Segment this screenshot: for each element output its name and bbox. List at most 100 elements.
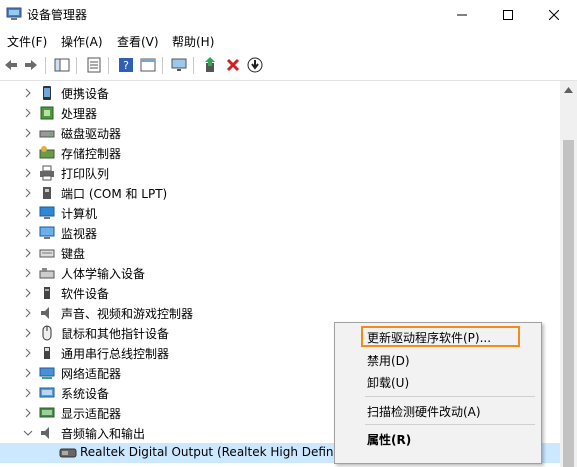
menu-action[interactable]: 操作(A) bbox=[61, 33, 103, 50]
menu-view[interactable]: 查看(V) bbox=[117, 33, 159, 50]
chevron-right-icon[interactable] bbox=[23, 408, 33, 418]
audio-icon bbox=[41, 427, 49, 439]
tree-item-portable-devices[interactable]: 便携设备 bbox=[0, 83, 560, 103]
chevron-right-icon[interactable] bbox=[23, 328, 33, 338]
minimize-icon bbox=[457, 14, 467, 16]
chevron-right-icon[interactable] bbox=[23, 128, 33, 138]
toolbar-separator bbox=[76, 57, 77, 74]
tree-item-label: 声音、视频和游戏控制器 bbox=[61, 307, 194, 321]
menu-item-uninstall[interactable]: 卸载(U) bbox=[367, 374, 409, 391]
title-bar: 设备管理器 bbox=[0, 0, 577, 30]
chevron-right-icon[interactable] bbox=[23, 248, 33, 258]
tree-item-processors[interactable]: 处理器 bbox=[0, 103, 560, 123]
tree-item-keyboards[interactable]: 键盘 bbox=[0, 243, 560, 263]
keyboard-icon bbox=[39, 249, 55, 258]
portable-device-icon bbox=[43, 86, 51, 100]
chevron-right-icon[interactable] bbox=[23, 108, 33, 118]
back-button[interactable] bbox=[2, 56, 20, 74]
tree-item-ports[interactable]: 端口 (COM 和 LPT) bbox=[0, 183, 560, 203]
close-icon bbox=[549, 10, 559, 20]
menu-item-properties[interactable]: 属性(R) bbox=[367, 431, 411, 448]
printer-icon bbox=[40, 165, 54, 181]
tree-item-label: 显示适配器 bbox=[61, 407, 122, 421]
maximize-icon bbox=[503, 10, 513, 20]
tree-item-computer[interactable]: 计算机 bbox=[0, 203, 560, 223]
forward-button[interactable] bbox=[22, 56, 40, 74]
display-adapter-icon bbox=[39, 407, 55, 418]
chevron-right-icon[interactable] bbox=[23, 388, 33, 398]
monitor-icon bbox=[39, 226, 55, 239]
back-icon bbox=[5, 60, 17, 70]
processor-icon bbox=[40, 106, 54, 120]
maximize-button[interactable] bbox=[485, 0, 531, 30]
properties-button[interactable] bbox=[85, 56, 103, 74]
view-button[interactable] bbox=[139, 56, 157, 74]
mouse-icon bbox=[42, 325, 52, 341]
tree-item-print-queues[interactable]: 打印队列 bbox=[0, 163, 560, 183]
tree-item-label: 音频输入和输出 bbox=[61, 427, 146, 441]
chevron-right-icon[interactable] bbox=[23, 148, 33, 158]
download-icon bbox=[247, 57, 263, 73]
computer-icon bbox=[39, 206, 55, 219]
chevron-right-icon[interactable] bbox=[23, 308, 33, 318]
close-button[interactable] bbox=[531, 0, 577, 30]
chevron-right-icon[interactable] bbox=[23, 88, 33, 98]
toolbar-separator bbox=[108, 57, 109, 74]
chevron-up-icon bbox=[564, 86, 573, 93]
menu-file[interactable]: 文件(F) bbox=[7, 33, 47, 50]
monitor-icon bbox=[171, 58, 187, 71]
tree-item-label: 通用串行总线控制器 bbox=[61, 347, 170, 361]
hid-icon bbox=[39, 268, 55, 279]
usb-icon bbox=[44, 347, 50, 359]
toolbar-separator bbox=[45, 57, 46, 74]
update-driver-icon bbox=[205, 57, 215, 72]
tree-item-sound-video-game[interactable]: 声音、视频和游戏控制器 bbox=[0, 303, 560, 323]
chevron-down-icon[interactable] bbox=[23, 428, 33, 438]
chevron-right-icon[interactable] bbox=[23, 268, 33, 278]
tree-item-label: 软件设备 bbox=[61, 287, 110, 301]
update-driver-button[interactable] bbox=[202, 56, 220, 74]
tree-item-hid[interactable]: 人体学输入设备 bbox=[0, 263, 560, 283]
chevron-right-icon[interactable] bbox=[23, 188, 33, 198]
tree-item-label: 处理器 bbox=[61, 107, 98, 121]
chevron-right-icon[interactable] bbox=[23, 368, 33, 378]
monitor-button[interactable] bbox=[170, 56, 188, 74]
tree-item-storage-controllers[interactable]: 存储控制器 bbox=[0, 143, 560, 163]
tree-item-label: 便携设备 bbox=[61, 87, 110, 101]
chevron-right-icon[interactable] bbox=[23, 348, 33, 358]
device-manager-icon bbox=[6, 7, 22, 20]
tree-item-label: 鼠标和其他指针设备 bbox=[61, 327, 170, 341]
svg-text:?: ? bbox=[123, 59, 129, 72]
chevron-right-icon[interactable] bbox=[23, 288, 33, 298]
chevron-right-icon[interactable] bbox=[23, 168, 33, 178]
menu-bar: 文件(F) 操作(A) 查看(V) 帮助(H) bbox=[0, 30, 577, 52]
scroll-up-button[interactable] bbox=[560, 81, 577, 98]
properties-icon bbox=[87, 57, 101, 73]
speaker-icon bbox=[41, 307, 49, 319]
download-button[interactable] bbox=[246, 56, 264, 74]
tree-item-label: 监视器 bbox=[61, 227, 98, 241]
toolbar: ? bbox=[0, 52, 577, 81]
help-button[interactable]: ? bbox=[117, 56, 135, 74]
menu-item-scan-hardware[interactable]: 扫描检测硬件改动(A) bbox=[367, 403, 481, 420]
tree-item-label: 人体学输入设备 bbox=[61, 267, 146, 281]
audio-device-icon bbox=[59, 448, 77, 458]
tree-item-software-devices[interactable]: 软件设备 bbox=[0, 283, 560, 303]
storage-controller-icon bbox=[39, 146, 55, 159]
uninstall-button[interactable] bbox=[224, 56, 242, 74]
chevron-right-icon[interactable] bbox=[23, 208, 33, 218]
menu-help[interactable]: 帮助(H) bbox=[172, 33, 214, 50]
menu-item-disable[interactable]: 禁用(D) bbox=[367, 352, 410, 369]
menu-separator bbox=[365, 396, 535, 397]
tree-item-label: 键盘 bbox=[61, 247, 86, 261]
show-hide-console-tree-button[interactable] bbox=[53, 56, 71, 74]
scrollbar-thumb[interactable] bbox=[563, 140, 574, 467]
context-menu: 更新驱动程序软件(P)... 禁用(D) 卸载(U) 扫描检测硬件改动(A) 属… bbox=[334, 322, 542, 464]
tree-item-disk-drives[interactable]: 磁盘驱动器 bbox=[0, 123, 560, 143]
chevron-right-icon[interactable] bbox=[23, 228, 33, 238]
tree-item-label: 系统设备 bbox=[61, 387, 110, 401]
vertical-scrollbar[interactable] bbox=[560, 81, 577, 467]
menu-item-update-driver[interactable]: 更新驱动程序软件(P)... bbox=[367, 329, 491, 346]
tree-item-monitors[interactable]: 监视器 bbox=[0, 223, 560, 243]
minimize-button[interactable] bbox=[439, 0, 485, 30]
